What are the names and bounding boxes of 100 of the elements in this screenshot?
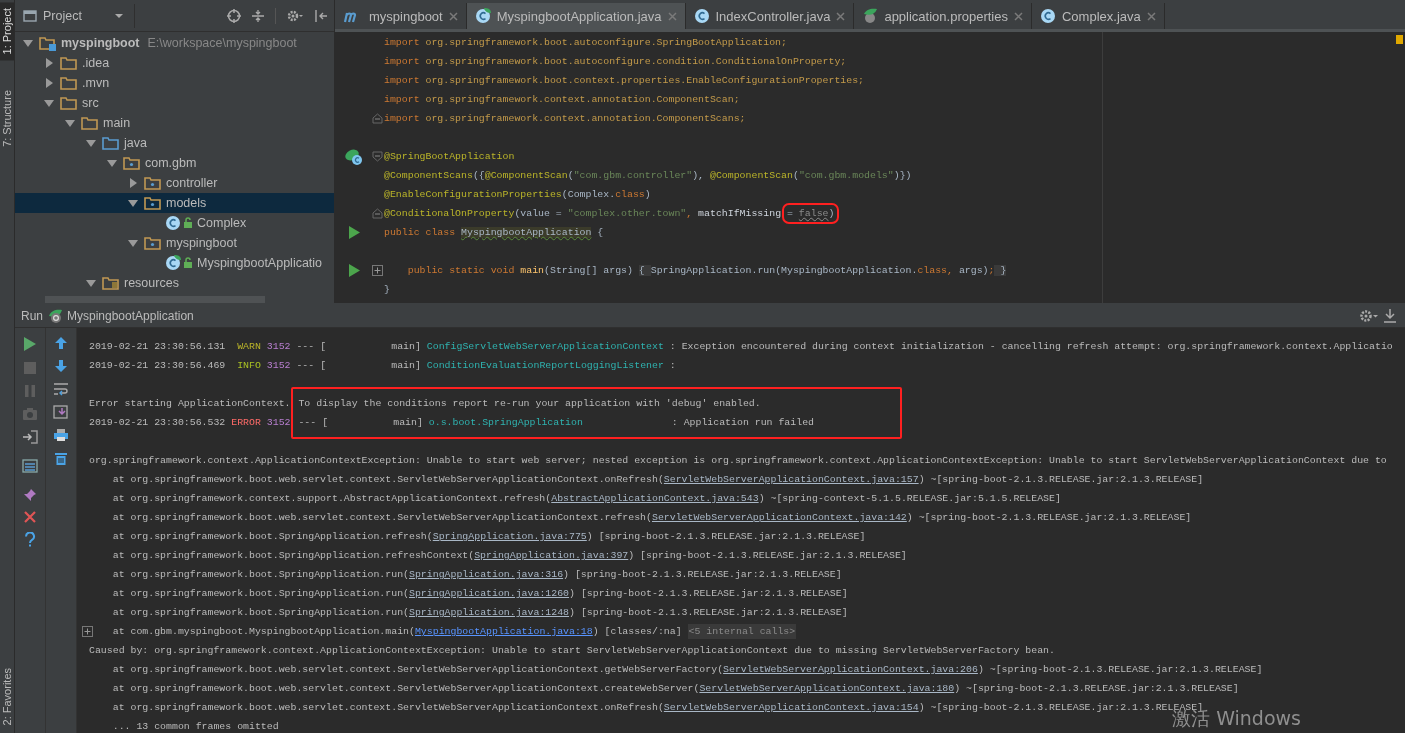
fold-marker-icon[interactable]	[372, 113, 383, 124]
expanded-arrow-icon[interactable]	[86, 278, 96, 288]
editor-tab[interactable]: IndexController.java	[685, 3, 855, 29]
tree-item[interactable]: java	[15, 133, 334, 153]
expanded-arrow-icon[interactable]	[65, 118, 75, 128]
close-icon[interactable]	[1146, 11, 1156, 21]
fold-marker-icon[interactable]	[372, 208, 383, 219]
run-icon[interactable]	[23, 336, 37, 352]
code-line: import org.springframework.context.annotation.ComponentScans;	[384, 112, 746, 126]
tree-item[interactable]: controller	[15, 173, 334, 193]
trash-icon[interactable]	[54, 451, 68, 466]
expand-icon[interactable]	[82, 626, 93, 637]
soft-wrap-icon[interactable]	[53, 382, 69, 396]
stack-frame-line: at org.springframework.boot.web.servlet.context.ServletWebServerApplicationContext.onRefresh(ServletWebServerApplicationContext.java:157) ~[spring-boot-2.1.3.RELEASE.jar:2.1.3.RELEASE]	[112, 474, 1204, 485]
source-link[interactable]: ServletWebServerApplicationContext.java:154	[663, 702, 919, 713]
tree-item[interactable]: src	[15, 93, 334, 113]
tree-item[interactable]: MyspingbootApplicatio	[15, 253, 334, 273]
code-line: public class MyspingbootApplication {	[384, 226, 604, 240]
stack-frame-line: at org.springframework.boot.web.servlet.context.ServletWebServerApplicationContext.createWebServer(ServletWebServerApplicationContext.java:180) ~[spring-boot-2.1.3.RELEASE.jar:2.1.3.RELEASE]	[112, 683, 1239, 694]
expanded-arrow-icon[interactable]	[107, 158, 117, 168]
window-icon	[23, 9, 37, 22]
source-link[interactable]: ServletWebServerApplicationContext.java:142	[651, 512, 907, 523]
source-link[interactable]: SpringApplication.java:397	[474, 550, 629, 561]
spring-leaf-icon	[862, 8, 879, 24]
collapsed-arrow-icon[interactable]	[44, 58, 54, 68]
source-link[interactable]: SpringApplication.java:316	[409, 569, 564, 580]
print-icon[interactable]	[53, 428, 69, 442]
stack-frame-line: at org.springframework.boot.web.servlet.context.ServletWebServerApplicationContext.getWebServerFactory(ServletWebServerApplicationContext.java:206) ~[spring-boot-2.1.3.RELEASE.jar:2.1.3.RELEASE]	[112, 664, 1263, 675]
close-icon[interactable]	[24, 511, 36, 523]
tree-item-label: .idea	[82, 56, 110, 70]
tree-item-label: main	[103, 116, 131, 130]
run-icon[interactable]	[347, 226, 360, 239]
project-path: E:\workspace\myspingboot	[147, 36, 297, 50]
code-line: public static void main(String[] args) { SpringApplication.run(MyspingbootApplication.class, args); }	[406, 264, 1007, 278]
settings-icon[interactable]	[286, 8, 304, 23]
editor-tab[interactable]: MyspingbootApplication.java	[466, 3, 686, 29]
editor-tab[interactable]: Complex.java	[1032, 3, 1165, 29]
tree-item-label: Complex	[197, 216, 247, 230]
close-icon[interactable]	[836, 11, 846, 21]
tool-window-tab[interactable]: 1: Project	[0, 2, 14, 61]
fold-marker-icon[interactable]	[372, 151, 383, 162]
pin-icon[interactable]	[23, 488, 37, 502]
project-view-dropdown[interactable]: Project	[23, 3, 135, 28]
source-link[interactable]: ServletWebServerApplicationContext.java:206	[723, 664, 978, 675]
source-link[interactable]: ServletWebServerApplicationContext.java:180	[699, 683, 955, 694]
tree-item[interactable]: myspingboot	[15, 233, 334, 253]
tree-item[interactable]: .mvn	[15, 73, 334, 93]
tool-window-tab[interactable]: 7: Structure	[0, 84, 14, 154]
tree-item[interactable]: resources	[15, 273, 334, 293]
target-icon[interactable]	[227, 8, 241, 23]
expanded-arrow-icon[interactable]	[128, 238, 138, 248]
stack-frame-line: at org.springframework.context.support.AbstractApplicationContext.refresh(AbstractApplicationContext.java:543) ~[spring-context-5.1.5.RELEASE.jar:5.1.5.RELEASE]	[112, 493, 1061, 504]
run-configuration-tab[interactable]: MyspingbootApplication	[67, 309, 194, 323]
folded-calls-badge[interactable]: <5 internal calls>	[687, 624, 797, 639]
tree-item-label: myspingboot	[61, 36, 140, 50]
help-icon[interactable]	[24, 532, 36, 547]
source-link[interactable]: AbstractApplicationContext.java:543	[551, 493, 759, 504]
close-icon[interactable]	[1014, 11, 1023, 21]
collapse-all-icon[interactable]	[251, 8, 265, 23]
close-icon[interactable]	[448, 11, 458, 21]
log-line: Error starting ApplicationContext.	[89, 398, 291, 409]
tree-item[interactable]: myspingboot E:\workspace\myspingboot	[15, 33, 334, 53]
collapsed-arrow-icon[interactable]	[128, 178, 138, 188]
expanded-arrow-icon[interactable]	[23, 38, 33, 48]
layout-icon[interactable]	[22, 459, 38, 473]
up-arrow-icon[interactable]	[54, 336, 68, 350]
editor-tab[interactable]: application.properties	[854, 3, 1032, 29]
spring-app-icon	[47, 308, 63, 324]
login-icon[interactable]	[22, 430, 38, 444]
lock-icon	[183, 217, 193, 229]
down-arrow-icon[interactable]	[54, 359, 68, 373]
source-link[interactable]: ServletWebServerApplicationContext.java:157	[663, 474, 919, 485]
tree-item[interactable]: models	[15, 193, 334, 213]
module-folder-icon	[39, 35, 57, 51]
tree-item[interactable]: com.gbm	[15, 153, 334, 173]
source-link[interactable]: SpringApplication.java:1260	[409, 588, 570, 599]
editor-tab[interactable]: myspingboot	[335, 3, 467, 29]
source-link[interactable]: MyspingbootApplication.java:18	[414, 626, 593, 637]
collapsed-arrow-icon[interactable]	[44, 78, 54, 88]
run-icon[interactable]	[347, 264, 360, 277]
download-icon[interactable]	[1383, 308, 1397, 324]
tree-item[interactable]: .idea	[15, 53, 334, 73]
settings-icon[interactable]	[1359, 308, 1379, 324]
code-line: import org.springframework.boot.autoconfigure.SpringBootApplication;	[384, 36, 787, 50]
hide-panel-icon[interactable]	[314, 8, 328, 23]
tree-item[interactable]: Complex	[15, 213, 334, 233]
stack-frame-line: at org.springframework.boot.SpringApplication.refresh(SpringApplication.java:775) [spring-boot-2.1.3.RELEASE.jar:2.1.3.RELEASE]	[112, 531, 866, 542]
tool-window-tab[interactable]: 2: Favorites	[0, 661, 14, 731]
scroll-to-end-icon[interactable]	[53, 405, 69, 419]
expanded-arrow-icon[interactable]	[128, 198, 138, 208]
spring-bean-icon[interactable]	[343, 147, 364, 166]
source-link[interactable]: SpringApplication.java:1248	[409, 607, 570, 618]
log-line: Caused by: org.springframework.context.ApplicationContextException: Unable to start ServletWebServerApplicationContext due to missing ServletWebServerFactory bean.	[89, 645, 1055, 656]
expand-fold-icon[interactable]	[372, 265, 383, 276]
expanded-arrow-icon[interactable]	[44, 98, 54, 108]
source-link[interactable]: SpringApplication.java:775	[432, 531, 587, 542]
expanded-arrow-icon[interactable]	[86, 138, 96, 148]
class-icon	[1040, 8, 1056, 24]
tree-item[interactable]: main	[15, 113, 334, 133]
code-line: import org.springframework.context.annotation.ComponentScan;	[384, 93, 740, 107]
